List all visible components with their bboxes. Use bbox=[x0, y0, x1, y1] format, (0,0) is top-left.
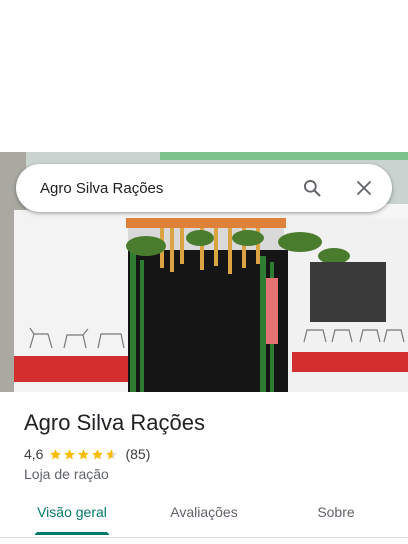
star-icon bbox=[92, 448, 104, 459]
star-icon bbox=[78, 448, 90, 459]
map-blank-area bbox=[0, 0, 408, 152]
star-icon bbox=[50, 448, 62, 459]
tabs-divider bbox=[0, 537, 408, 538]
search-bar[interactable]: Agro Silva Rações bbox=[16, 164, 392, 212]
rating-value: 4,6 bbox=[24, 446, 44, 462]
rating-row[interactable]: 4,6 (85) bbox=[24, 446, 150, 462]
close-icon[interactable] bbox=[352, 176, 376, 200]
place-category[interactable]: Loja de ração bbox=[24, 466, 109, 482]
star-rating bbox=[49, 448, 119, 461]
place-info-panel: Agro Silva Rações 4,6 (85) Loja de ração… bbox=[0, 392, 408, 544]
tab-reviews[interactable]: Avaliações bbox=[154, 498, 254, 538]
star-icon bbox=[64, 448, 76, 459]
place-title: Agro Silva Rações bbox=[24, 410, 205, 435]
place-tabs: Visão geral Avaliações Sobre bbox=[0, 498, 408, 538]
tab-about[interactable]: Sobre bbox=[286, 498, 386, 538]
search-input[interactable]: Agro Silva Rações bbox=[40, 180, 300, 197]
search-icon[interactable] bbox=[300, 176, 324, 200]
active-tab-indicator bbox=[35, 532, 109, 535]
review-count[interactable]: (85) bbox=[125, 446, 150, 462]
star-icon bbox=[106, 448, 118, 459]
